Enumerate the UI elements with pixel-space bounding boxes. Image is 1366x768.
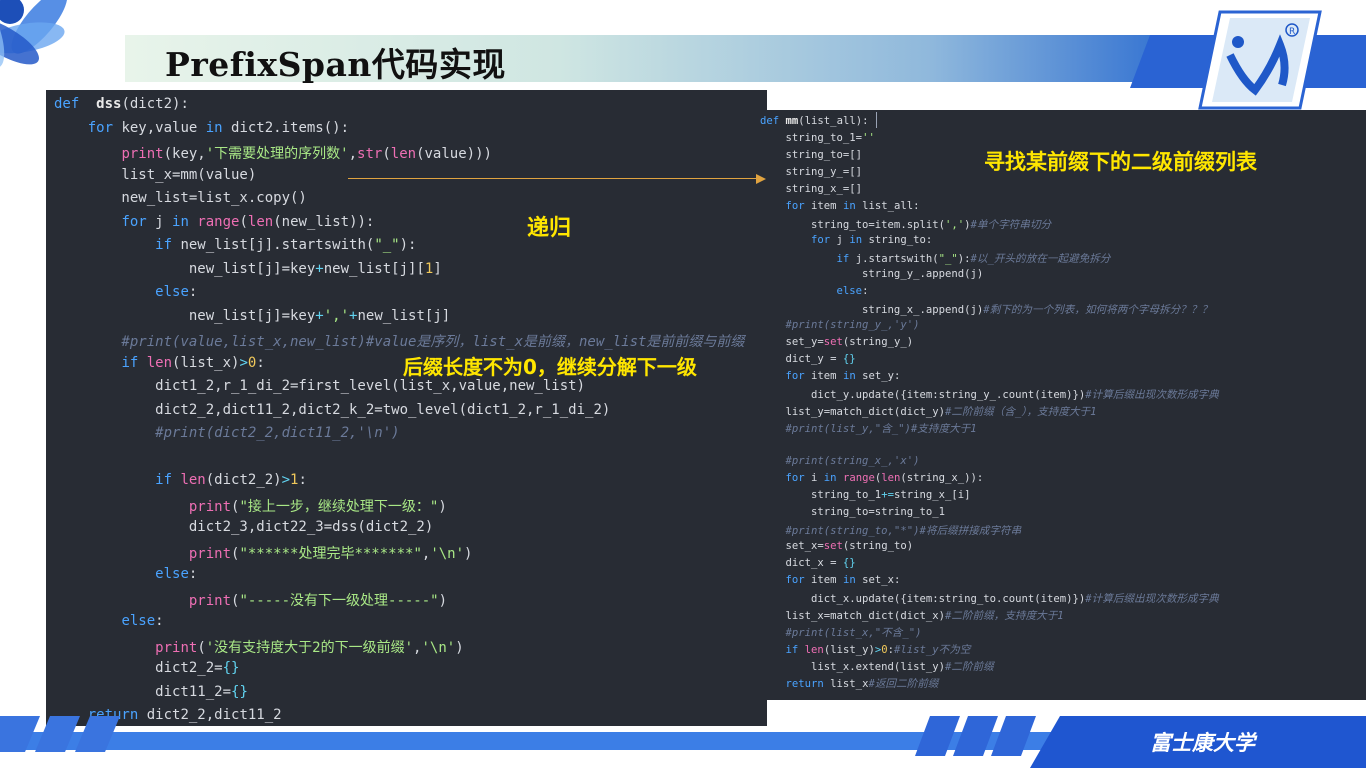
code-line: return list_x#返回二阶前缀 — [785, 678, 939, 690]
code-line: for item in set_x: — [785, 574, 901, 586]
code-line: string_to=[] — [760, 149, 863, 161]
code-line: def mm(list_all): — [760, 115, 869, 127]
code-comment: #print(dict2_2,dict11_2,'\n') — [54, 425, 400, 441]
code-line: if new_list[j].startswith("_"): — [155, 237, 417, 253]
code-line: list_x=match_dict(dict_x)#二阶前缀，支持度大于1 — [760, 610, 1064, 622]
university-logo: R — [1130, 10, 1366, 110]
code-comment: #print(string_to,"*")#将后缀拼接成字符串 — [760, 525, 1022, 537]
code-line: print("******处理完毕*******",'\n') — [188, 545, 473, 562]
code-line: for item in set_y: — [785, 370, 901, 382]
annotation-suffix-condition: 后缀长度不为0，继续分解下一级 — [403, 355, 697, 379]
code-line: for key,value in dict2.items(): — [87, 119, 350, 136]
code-line: new_list=list_x.copy() — [54, 190, 307, 206]
code-line: string_x_.append(j)#剩下的为一个列表，如何将两个字母拆分？？… — [760, 304, 1213, 316]
code-line: new_list[j]=key+','+new_list[j] — [54, 307, 451, 324]
code-line: for i in range(len(string_x_)): — [785, 472, 984, 484]
code-line: string_to=string_to_1 — [760, 506, 945, 518]
code-line: list_x=mm(value) — [54, 166, 257, 183]
code-line: list_y=match_dict(dict_y)#二阶前缀（含_），支持度大于… — [760, 406, 1097, 418]
code-line: string_to_1+=string_x_[i] — [760, 489, 971, 501]
code-line: string_to_1='' — [760, 132, 875, 144]
code-line: dict1_2,r_1_di_2=first_level(list_x,valu… — [54, 378, 586, 394]
code-line: else: — [155, 566, 198, 582]
code-line: if j.startswith("_"):#以_开头的放在一起避免拆分 — [836, 253, 1111, 265]
code-line: dict_x.update({item:string_to.count(item… — [760, 593, 1219, 605]
code-line: print('没有支持度大于2的下一级前缀','\n') — [155, 639, 464, 656]
text-cursor — [876, 112, 877, 128]
code-panel-dss: def dss(dict2): for key,value in dict2.i… — [46, 90, 767, 726]
arrow-head-icon — [756, 174, 766, 184]
annotation-find-prefix: 寻找某前缀下的二级前缀列表 — [984, 150, 1257, 174]
code-line: dict2_2={} — [54, 660, 240, 676]
code-line: else: — [121, 613, 164, 629]
code-line: string_y_.append(j) — [760, 268, 984, 280]
code-line: if len(list_y)>0:#list_y不为空 — [785, 644, 971, 656]
code-line: else: — [155, 284, 198, 300]
code-comment: #print(string_x_,'x') — [760, 455, 920, 467]
code-line: print("接上一步，继续处理下一级：") — [188, 498, 447, 515]
code-line: dict2_3,dict22_3=dss(dict2_2) — [54, 519, 434, 535]
code-line: set_y=set(string_y_) — [760, 336, 914, 348]
code-line: dict_x = {} — [760, 557, 856, 569]
code-comment: #print(string_y_,'y') — [760, 319, 920, 331]
code-line: dict11_2={} — [54, 683, 248, 700]
code-line: else: — [836, 285, 869, 297]
arrow-connector — [348, 178, 758, 179]
code-line: dict_y.update({item:string_y_.count(item… — [760, 389, 1219, 401]
annotation-recursion: 递归 — [527, 216, 572, 241]
code-line: def dss(dict2): — [54, 96, 189, 112]
code-line: string_y_=[] — [760, 166, 863, 178]
code-line: for item in list_all: — [785, 200, 920, 212]
code-line: if len(list_x)>0: — [121, 354, 265, 371]
code-line: dict2_2,dict11_2,dict2_k_2=two_level(dic… — [54, 401, 611, 418]
code-line: for j in range(len(new_list)): — [121, 213, 375, 230]
university-name: 富士康大学 — [1150, 731, 1255, 755]
code-comment: #print(list_x,"不含_") — [760, 627, 922, 639]
code-line: if len(dict2_2)>1: — [155, 472, 307, 488]
code-comment: #print(list_y,"含_")#支持度大于1 — [760, 423, 977, 435]
code-line: string_to=item.split(',')#单个字符串切分 — [760, 219, 1052, 231]
code-line: for j in string_to: — [811, 234, 933, 246]
code-line: string_x_=[] — [760, 183, 863, 195]
code-panel-mm: def mm(list_all): string_to_1='' string_… — [752, 110, 1366, 700]
code-line: new_list[j]=key+new_list[j][1] — [54, 260, 442, 277]
code-comment: #print(value,list_x,new_list)#value是序列，l… — [54, 334, 745, 350]
code-line: set_x=set(string_to) — [760, 540, 914, 552]
svg-text:R: R — [1289, 27, 1295, 37]
slide-title: PrefixSpan代码实现 — [165, 45, 506, 84]
code-line: print(key,'下需要处理的序列数',str(len(value))) — [121, 146, 492, 162]
code-line: list_x.extend(list_y)#二阶前缀 — [760, 661, 994, 673]
code-line: dict_y = {} — [760, 353, 856, 365]
code-line: print("-----没有下一级处理-----") — [188, 592, 448, 609]
